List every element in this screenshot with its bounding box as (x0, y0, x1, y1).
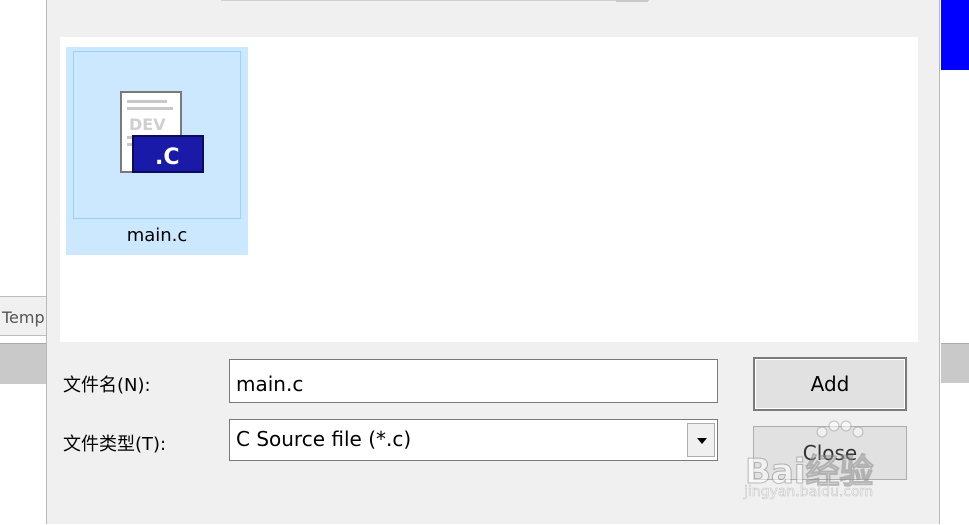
file-item-focus-box: DEV .C (73, 51, 241, 219)
add-button[interactable]: Add (753, 357, 907, 411)
background-bottom-area (941, 383, 969, 525)
chevron-down-icon[interactable] (687, 423, 715, 457)
background-blue-bar (941, 0, 969, 70)
open-file-dialog: DEV .C main.c 文件名(N): 文件类型(T): C Source … (46, 0, 940, 524)
background-tab-label[interactable]: Temp (2, 308, 45, 327)
background-status-strip-right (941, 343, 969, 384)
background-status-strip (0, 343, 48, 384)
path-dropdown-edge (616, 0, 648, 2)
file-type-select[interactable]: C Source file (*.c) (229, 419, 718, 461)
path-field-edge (221, 0, 649, 1)
c-source-file-icon: DEV .C (120, 91, 204, 173)
file-item-label: main.c (126, 225, 188, 246)
file-name-label: 文件名(N): (63, 375, 151, 396)
file-type-label: 文件类型(T): (63, 434, 167, 455)
file-icon-watermark-text: DEV (129, 115, 166, 134)
file-list-view[interactable]: DEV .C main.c (60, 37, 918, 342)
file-item-main-c[interactable]: DEV .C main.c (66, 47, 248, 255)
file-type-selected-value: C Source file (*.c) (236, 427, 412, 451)
close-button[interactable]: Close (753, 426, 907, 480)
file-icon-badge: .C (155, 145, 180, 170)
file-name-input[interactable] (229, 359, 718, 403)
